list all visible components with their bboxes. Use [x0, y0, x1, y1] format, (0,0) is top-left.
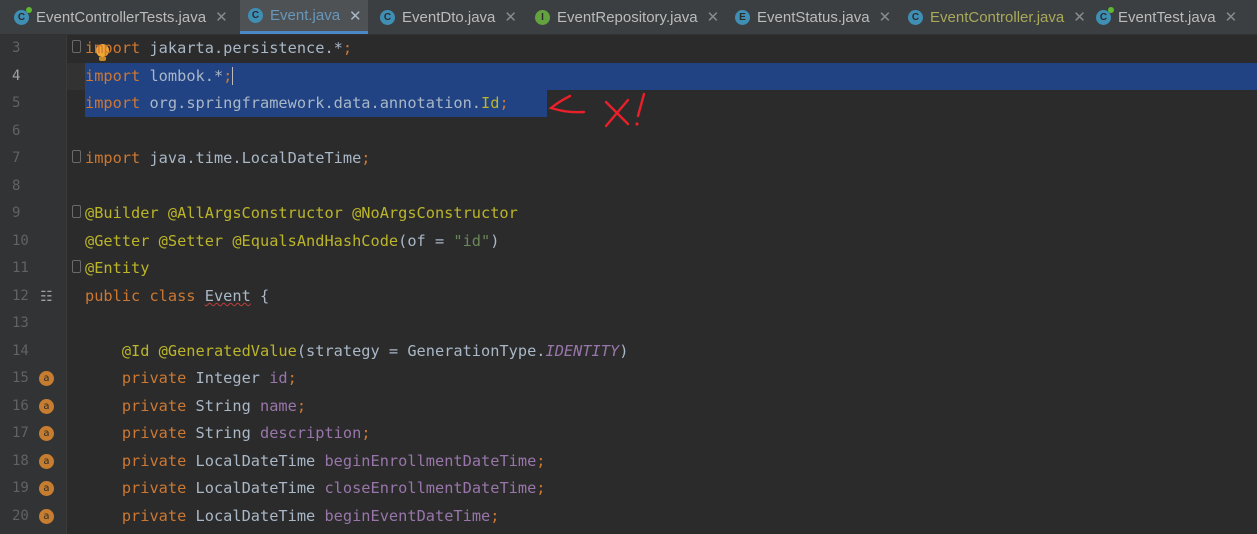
tab-label: EventController.java: [930, 8, 1065, 26]
field-icon[interactable]: a: [39, 509, 54, 524]
editor-tab-bar: C EventControllerTests.java ✕ C Event.ja…: [0, 0, 1257, 35]
code-line: 9 @Builder @AllArgsConstructor @NoArgsCo…: [0, 200, 1257, 227]
line-number: 14: [12, 343, 29, 359]
fold-icon[interactable]: [72, 205, 81, 218]
fold-icon[interactable]: [72, 40, 81, 53]
code-line-text: @Getter @Setter @EqualsAndHashCode(of = …: [85, 232, 500, 250]
fold-icon[interactable]: [72, 260, 81, 273]
code-line-text: private LocalDateTime beginEnrollmentDat…: [121, 452, 546, 470]
field-icon[interactable]: a: [39, 399, 54, 414]
line-number: 13: [12, 315, 29, 331]
class-icon: C: [248, 8, 263, 23]
class-icon: C: [908, 9, 923, 25]
code-line: 17 a private String description;: [0, 420, 1257, 447]
code-line: 19 a private LocalDateTime closeEnrollme…: [0, 475, 1257, 502]
enum-icon: E: [735, 9, 750, 25]
code-line-text: private String description;: [121, 424, 371, 442]
code-line: 11 @Entity: [0, 255, 1257, 282]
close-icon[interactable]: ✕: [707, 8, 720, 26]
tab-label: EventRepository.java: [557, 8, 698, 26]
line-number: 18: [12, 453, 29, 469]
close-icon[interactable]: ✕: [879, 8, 892, 26]
line-number: 9: [12, 205, 21, 221]
field-icon[interactable]: a: [39, 454, 54, 469]
tab-eventdto[interactable]: C EventDto.java ✕: [380, 0, 520, 34]
code-line: 12 ☷ public class Event {: [0, 283, 1257, 310]
line-number: 4: [12, 68, 21, 84]
code-line-text: private LocalDateTime closeEnrollmentDat…: [121, 479, 546, 497]
code-line: 8: [0, 173, 1257, 200]
code-line-text: @Builder @AllArgsConstructor @NoArgsCons…: [85, 204, 518, 222]
line-number: 12: [12, 288, 29, 304]
code-line: 3 import jakarta.persistence.*;: [0, 35, 1257, 62]
code-line-text: private LocalDateTime beginEventDateTime…: [121, 507, 500, 525]
line-number: 10: [12, 233, 29, 249]
red-annotation-mark: [548, 92, 646, 128]
close-icon[interactable]: ✕: [215, 8, 228, 26]
line-number: 3: [12, 40, 21, 56]
tab-label: Event.java: [270, 7, 341, 24]
line-number: 7: [12, 150, 21, 166]
class-test-icon: C: [14, 6, 32, 25]
code-line: 18 a private LocalDateTime beginEnrollme…: [0, 448, 1257, 475]
code-line-text: import java.time.LocalDateTime;: [85, 149, 371, 167]
line-number: 20: [12, 508, 29, 524]
tab-eventcontroller[interactable]: C EventController.java ✕: [908, 0, 1088, 34]
line-number: 15: [12, 370, 29, 386]
tab-eventtest[interactable]: C EventTest.java ✕: [1096, 0, 1257, 34]
line-number: 19: [12, 480, 29, 496]
close-icon[interactable]: ✕: [504, 8, 517, 26]
close-icon[interactable]: ✕: [1073, 8, 1086, 26]
tab-event[interactable]: C Event.java ✕: [240, 0, 368, 34]
fold-icon[interactable]: [72, 150, 81, 163]
tab-eventstatus[interactable]: E EventStatus.java ✕: [735, 0, 895, 34]
tab-label: EventTest.java: [1118, 8, 1216, 26]
code-line-text: import org.springframework.data.annotati…: [85, 94, 509, 112]
code-line-text: @Id @GeneratedValue(strategy = Generatio…: [121, 342, 629, 360]
code-line-text: private Integer id;: [121, 369, 297, 387]
code-line: 16 a private String name;: [0, 393, 1257, 420]
field-icon[interactable]: a: [39, 426, 54, 441]
code-line: 14 @Id @GeneratedValue(strategy = Genera…: [0, 338, 1257, 365]
tab-eventrepository[interactable]: I EventRepository.java ✕: [535, 0, 725, 34]
class-test-icon: C: [1096, 6, 1114, 25]
code-line: 10 @Getter @Setter @EqualsAndHashCode(of…: [0, 228, 1257, 255]
code-line-text: @Entity: [85, 259, 150, 277]
database-entity-icon[interactable]: ☷: [39, 289, 54, 305]
code-line: 4 import lombok.*;: [0, 63, 1257, 90]
line-number: 11: [12, 260, 29, 276]
code-line: 15 a private Integer id;: [0, 365, 1257, 392]
code-line-text: import lombok.*;: [85, 67, 234, 85]
field-icon[interactable]: a: [39, 371, 54, 386]
code-line-text: public class Event {: [85, 287, 270, 305]
line-number: 8: [12, 178, 21, 194]
close-icon[interactable]: ✕: [1225, 8, 1238, 26]
code-line-text: import jakarta.persistence.*;: [85, 39, 353, 57]
code-line-text: private String name;: [121, 397, 307, 415]
code-line: 13: [0, 310, 1257, 337]
tab-eventcontrollertests[interactable]: C EventControllerTests.java ✕: [14, 0, 239, 34]
close-icon[interactable]: ✕: [349, 7, 362, 25]
tab-label: EventControllerTests.java: [36, 8, 207, 26]
class-icon: C: [380, 9, 395, 25]
tab-label: EventDto.java: [402, 8, 496, 26]
line-number: 16: [12, 398, 29, 414]
tab-label: EventStatus.java: [757, 8, 870, 26]
interface-icon: I: [535, 9, 550, 25]
code-line: 7 import java.time.LocalDateTime;: [0, 145, 1257, 172]
code-line: 20 a private LocalDateTime beginEventDat…: [0, 503, 1257, 530]
field-icon[interactable]: a: [39, 481, 54, 496]
line-number: 5: [12, 95, 21, 111]
line-number: 6: [12, 123, 21, 139]
line-number: 17: [12, 425, 29, 441]
